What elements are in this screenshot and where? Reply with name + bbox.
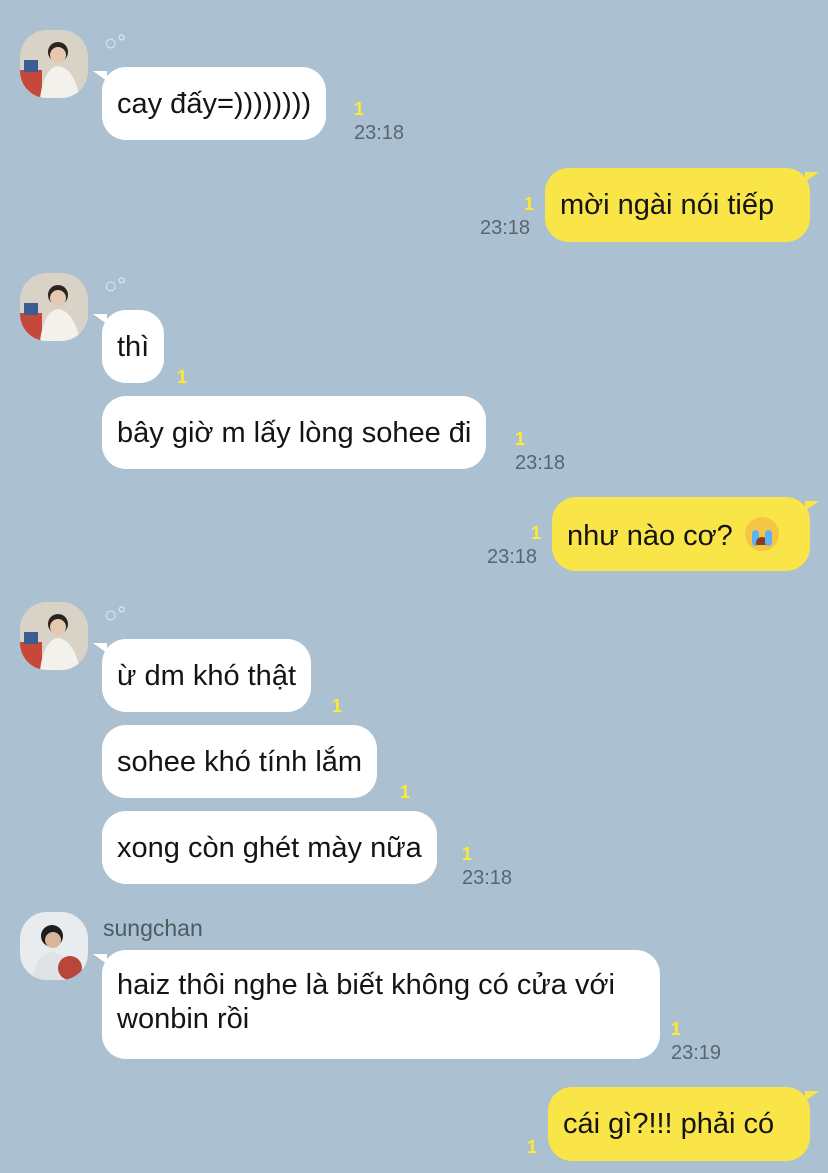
message-bubble[interactable]: bây giờ m lấy lòng sohee đi	[102, 396, 487, 469]
unread-count: 1	[671, 1019, 682, 1039]
message-bubble[interactable]: thì	[92, 310, 165, 383]
message-time: 23:18	[515, 452, 566, 474]
message-text: mời ngài nói tiếp	[560, 189, 775, 221]
message-text: như nào cơ?	[567, 520, 733, 552]
message-bubble[interactable]: xong còn ghét mày nữa	[102, 811, 437, 884]
unread-count: 1	[515, 429, 526, 449]
message-bubble[interactable]: cái gì?!!! phải có	[548, 1087, 819, 1161]
message-bubble[interactable]: mời ngài nói tiếp	[545, 168, 819, 242]
message-bubble[interactable]: sohee khó tính lắm	[102, 725, 378, 798]
message-time: 23:18	[462, 867, 513, 889]
avatar[interactable]	[20, 30, 88, 98]
unread-count: 1	[527, 1137, 538, 1157]
avatar[interactable]	[20, 912, 88, 980]
message-text: cay đấy=))))))))	[117, 88, 312, 120]
unread-count: 1	[531, 523, 542, 543]
unread-count: 1	[524, 194, 535, 214]
message-time: 23:19	[671, 1042, 722, 1064]
message-text: ừ dm khó thật	[117, 660, 296, 692]
unread-count: 1	[354, 99, 365, 119]
message-bubble[interactable]: như nào cơ?	[552, 497, 819, 571]
unread-count: 1	[462, 844, 473, 864]
avatar[interactable]	[20, 602, 88, 670]
message-text: thì	[117, 331, 150, 363]
unread-count: 1	[400, 782, 411, 802]
message-bubble[interactable]: haiz thôi nghe là biết không có cửa với …	[93, 950, 660, 1059]
bubbles-icon: ○°	[104, 602, 127, 627]
bubbles-icon: ○°	[104, 30, 127, 55]
message-time: 23:18	[354, 122, 405, 144]
message-time: 23:18	[480, 217, 531, 239]
message-time: 23:18	[487, 546, 538, 568]
message-bubble[interactable]: cay đấy=))))))))	[92, 67, 327, 140]
message-text: bây giờ m lấy lòng sohee đi	[117, 417, 472, 449]
bubbles-icon: ○°	[104, 273, 127, 298]
message-text: cái gì?!!! phải có	[563, 1108, 775, 1140]
unread-count: 1	[332, 696, 343, 716]
avatar[interactable]	[20, 273, 88, 341]
message-text: sohee khó tính lắm	[117, 746, 363, 778]
unread-count: 1	[177, 367, 188, 387]
message-text: xong còn ghét mày nữa	[117, 832, 422, 864]
loudly-crying-face-icon	[744, 517, 779, 551]
message-text: haiz thôi nghe là biết không có cửa với …	[117, 969, 615, 1035]
message-bubble[interactable]: ừ dm khó thật	[93, 639, 311, 712]
sender-name: sungchan	[103, 915, 203, 941]
